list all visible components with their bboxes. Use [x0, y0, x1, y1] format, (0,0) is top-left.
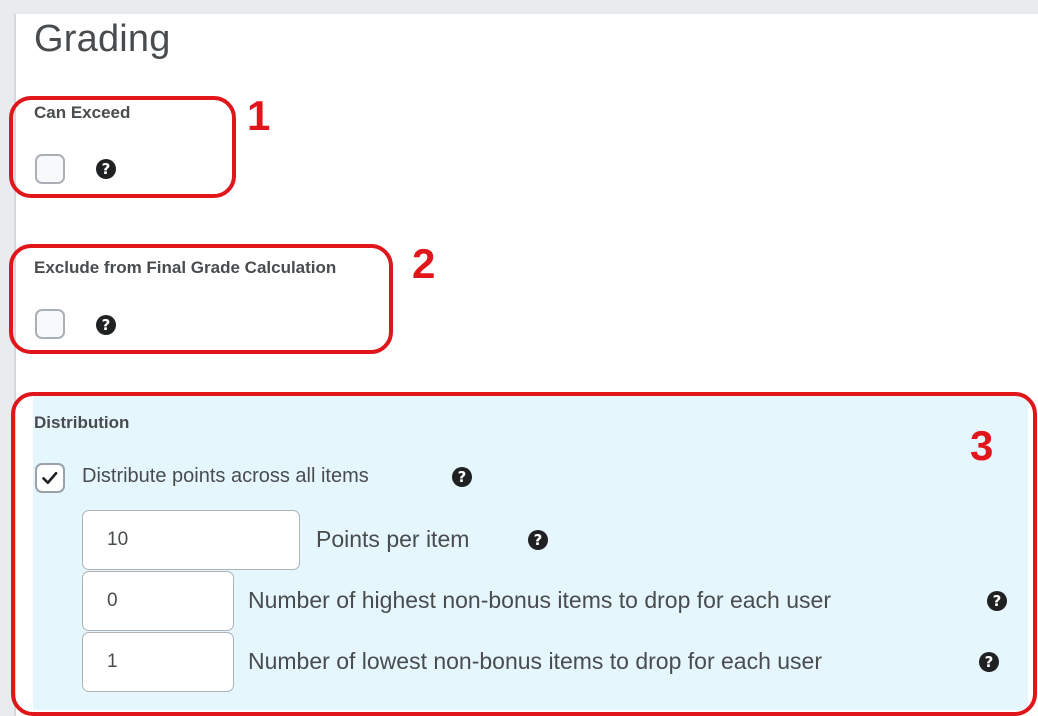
page-title: Grading	[34, 18, 171, 60]
annotation-box-1	[9, 96, 236, 198]
annotation-box-3	[11, 392, 1037, 716]
annotation-number-3: 3	[970, 422, 994, 469]
annotation-number-1: 1	[247, 92, 271, 139]
annotation-number-2: 2	[412, 240, 436, 287]
annotation-box-2	[9, 244, 393, 354]
